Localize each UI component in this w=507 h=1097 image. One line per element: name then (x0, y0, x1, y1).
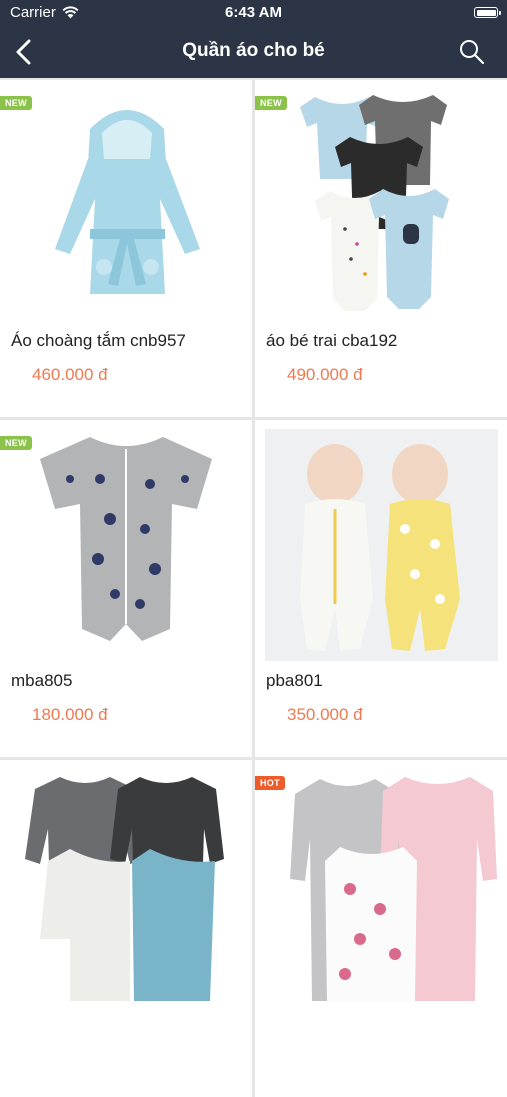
product-price: 350.000 đ (287, 705, 363, 724)
new-badge: NEW (0, 96, 32, 110)
product-price: 180.000 đ (32, 705, 108, 724)
product-name: áo bé trai cba192 (266, 331, 398, 350)
product-card[interactable]: NEW Áo choàng tắm cnb957 460.000 đ (0, 80, 252, 417)
search-icon (460, 40, 485, 65)
battery-icon (474, 7, 501, 18)
product-price: 460.000 đ (32, 365, 108, 384)
nav-bar: Quần áo cho bé (0, 26, 507, 78)
search-button[interactable] (457, 37, 487, 67)
page-title: Quần áo cho bé (182, 40, 325, 61)
product-image (10, 89, 243, 321)
hot-badge: HOT (255, 776, 285, 790)
product-card[interactable] (0, 760, 252, 1097)
clock: 6:43 AM (225, 4, 282, 21)
product-name: mba805 (11, 671, 73, 690)
product-image (10, 769, 243, 1001)
product-image (265, 429, 498, 661)
product-image (265, 769, 498, 1001)
status-bar: Carrier 6:43 AM (0, 0, 507, 26)
product-card[interactable]: NEW áo bé trai cba192 490.000 đ (255, 80, 507, 417)
product-card[interactable]: pba801 350.000 đ (255, 420, 507, 757)
product-card[interactable]: NEW mba805 180.000 đ (0, 420, 252, 757)
product-card[interactable]: HOT (255, 760, 507, 1097)
product-price: 490.000 đ (287, 365, 363, 384)
product-name: Áo choàng tắm cnb957 (11, 331, 186, 350)
new-badge: NEW (255, 96, 287, 110)
product-image (10, 429, 243, 661)
product-name: pba801 (266, 671, 323, 690)
product-image (265, 89, 498, 321)
new-badge: NEW (0, 436, 32, 450)
